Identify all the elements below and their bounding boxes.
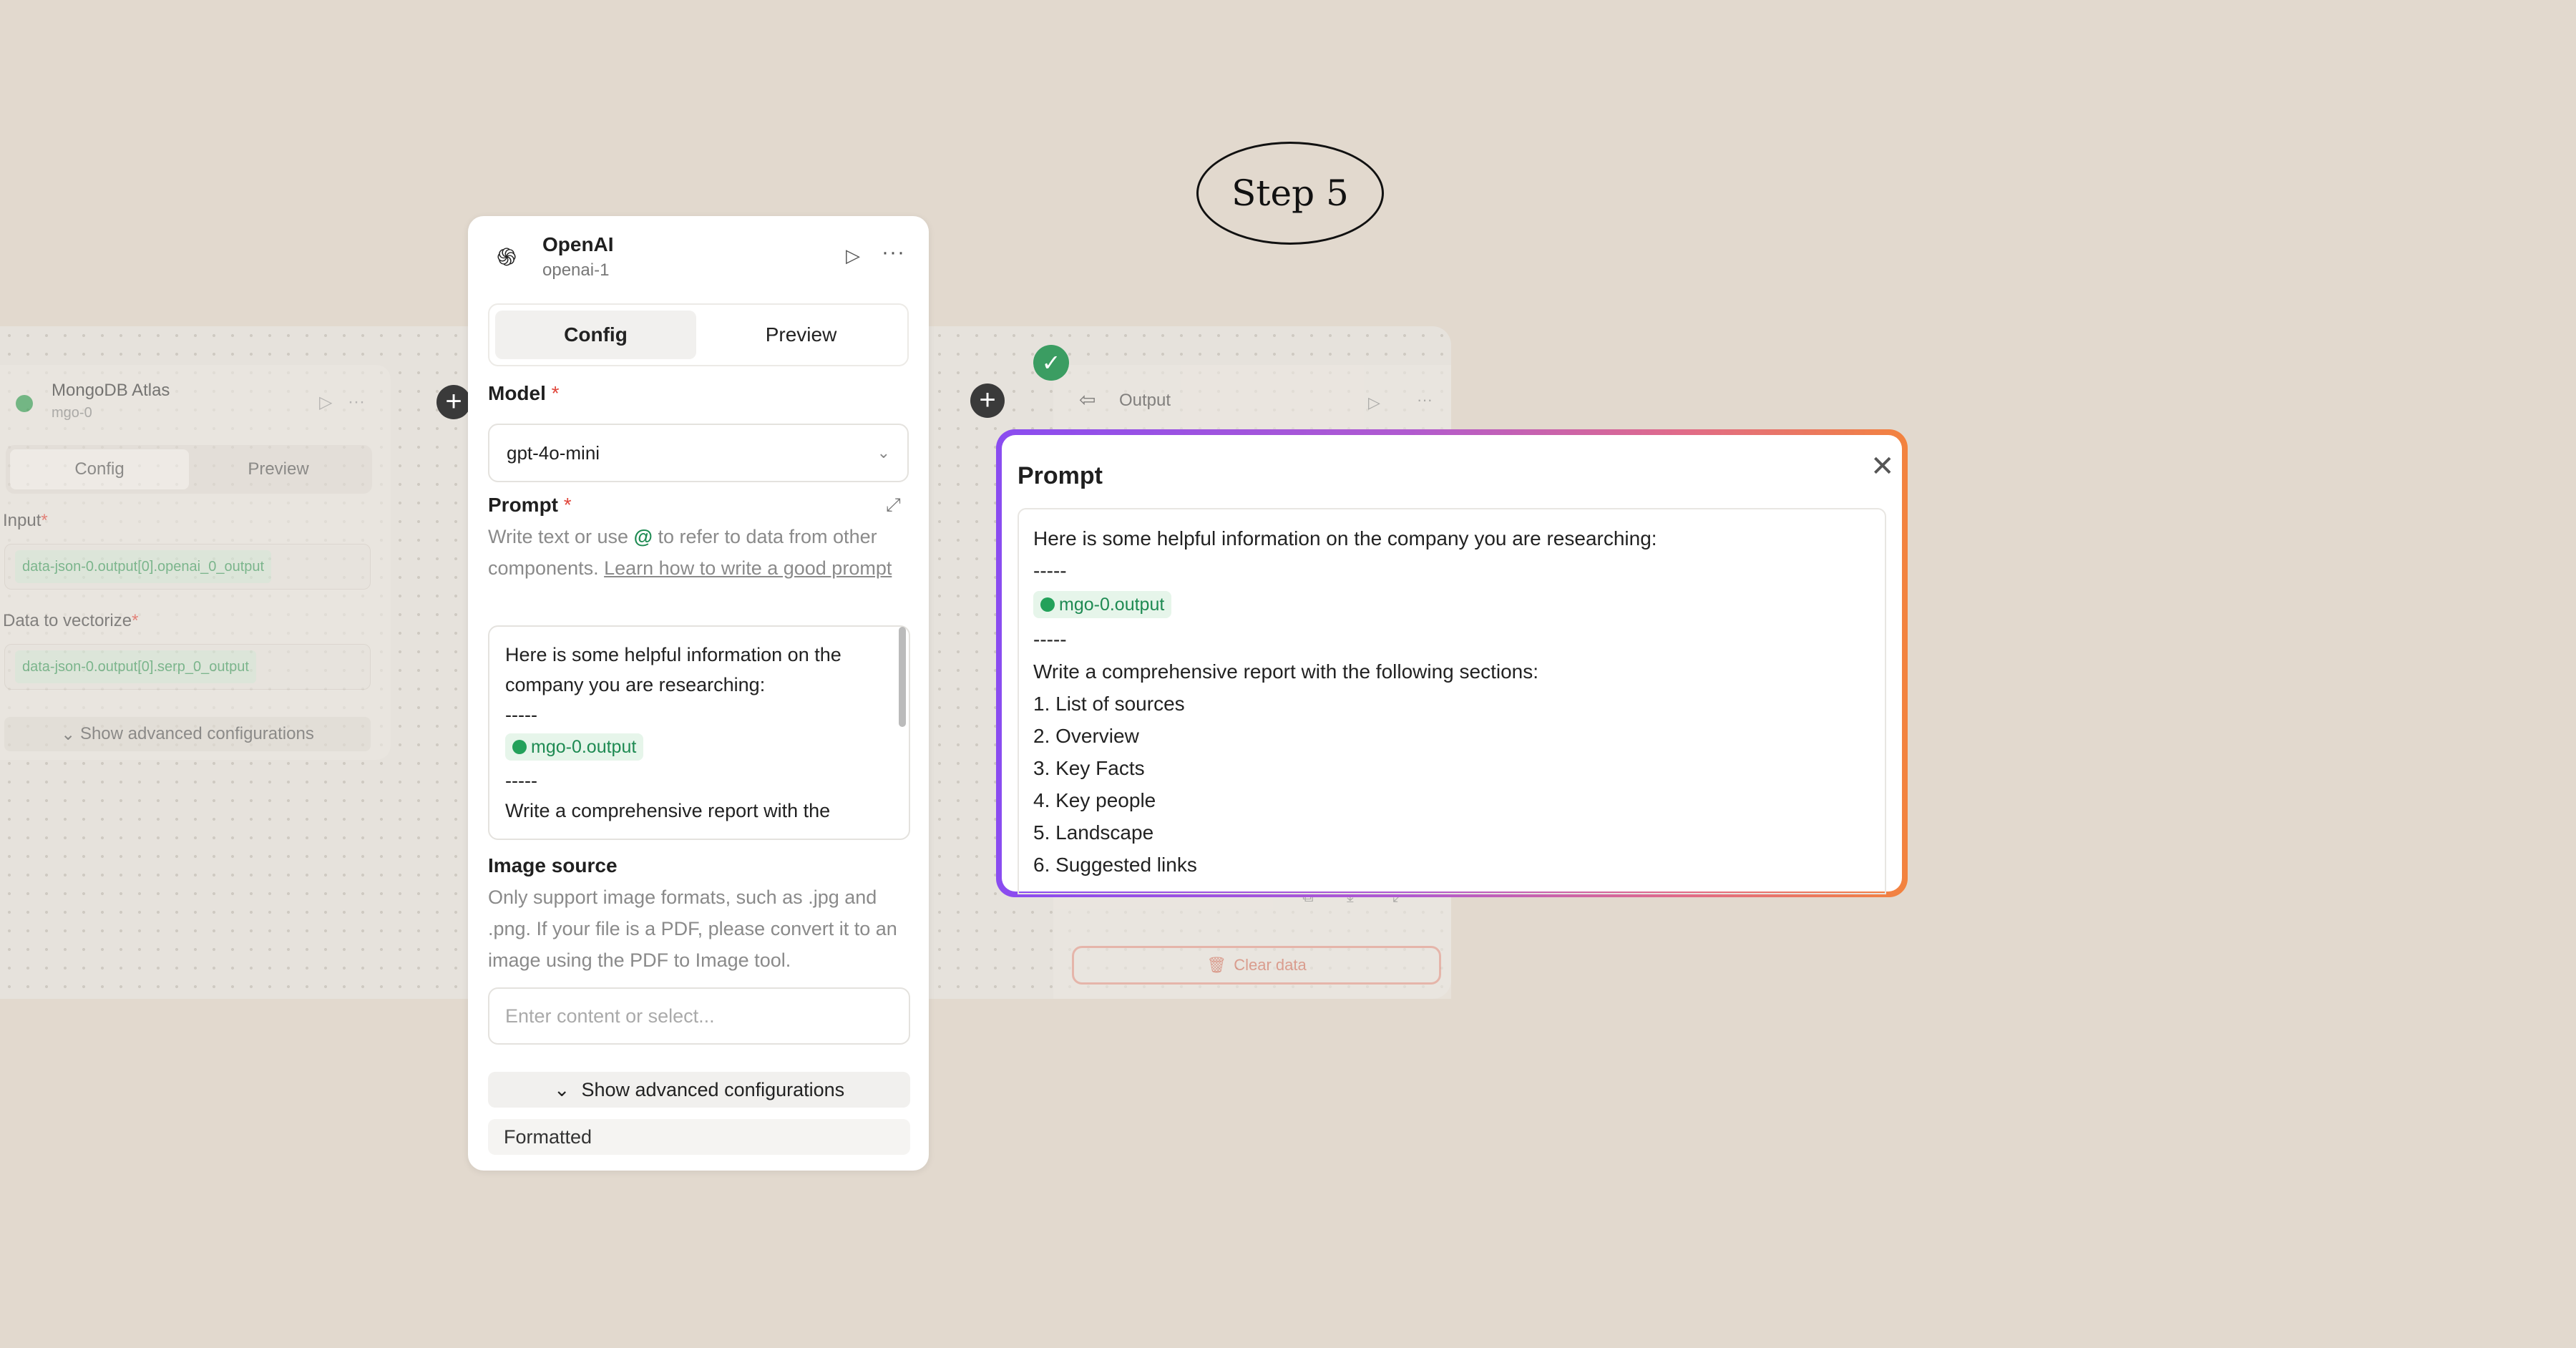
input-chip: data-json-0.output[0].openai_0_output bbox=[15, 550, 272, 583]
prompt-line: 2. Overview bbox=[1033, 725, 1139, 747]
variable-chip[interactable]: mgo-0.output bbox=[1033, 591, 1172, 618]
run-icon[interactable]: ▷ bbox=[846, 245, 860, 267]
panel-title: OpenAI bbox=[542, 233, 614, 255]
openai-node-panel: ֍ OpenAI openai-1 ▷ ··· Config Preview M… bbox=[468, 216, 929, 1171]
prompt-line: 5. Landscape bbox=[1033, 821, 1154, 844]
prompt-line: ----- bbox=[505, 704, 537, 726]
mongodb-node-title: MongoDB Atlas bbox=[52, 381, 170, 400]
close-icon[interactable]: ✕ bbox=[1870, 452, 1895, 481]
prompt-label: Prompt * bbox=[488, 494, 572, 516]
prompt-line: 6. Suggested links bbox=[1033, 854, 1197, 876]
chevron-down-icon: ⌄ bbox=[553, 1078, 570, 1100]
input-field[interactable]: data-json-0.output[0].openai_0_output bbox=[4, 544, 371, 590]
mongodb-node-card[interactable]: MongoDB Atlas mgo-0 ▷ ··· Config Preview… bbox=[0, 365, 391, 760]
input-label: Input* bbox=[3, 511, 48, 530]
tab-preview[interactable]: Preview bbox=[701, 311, 902, 359]
model-select[interactable]: gpt-4o-mini ⌄ bbox=[488, 424, 909, 482]
mongodb-icon bbox=[1040, 597, 1055, 612]
image-source-help: Only support image formats, such as .jpg… bbox=[488, 887, 897, 971]
prompt-scrollbar[interactable] bbox=[899, 627, 906, 727]
prompt-line: Write a comprehensive report with the bbox=[505, 800, 831, 821]
prompt-editor[interactable]: Here is some helpful information on the … bbox=[488, 625, 910, 840]
model-label: Model * bbox=[488, 382, 560, 404]
mongodb-icon bbox=[512, 740, 527, 754]
prompt-modal-body: Prompt ✕ Here is some helpful informatio… bbox=[1002, 435, 1902, 894]
openai-logo-icon: ֍ bbox=[497, 244, 517, 271]
chevron-down-icon: ⌄ bbox=[61, 724, 80, 744]
image-source-input[interactable]: Enter content or select... bbox=[488, 987, 910, 1045]
add-node-button[interactable]: + bbox=[436, 385, 471, 419]
clear-data-button[interactable]: 🗑 Clear data bbox=[1072, 946, 1441, 985]
prompt-help-text: Write text or use @ to refer to data fro… bbox=[488, 526, 892, 579]
prompt-guide-link[interactable]: Learn how to write a good prompt bbox=[604, 557, 892, 579]
trash-icon: 🗑 bbox=[1206, 956, 1227, 974]
formatted-option[interactable]: Formatted bbox=[488, 1119, 910, 1155]
success-check-icon: ✓ bbox=[1033, 345, 1069, 381]
mongodb-advanced-toggle[interactable]: ⌄ Show advanced configurations bbox=[4, 717, 371, 751]
tab-preview[interactable]: Preview bbox=[189, 449, 368, 489]
prompt-line: ----- bbox=[505, 770, 537, 791]
prompt-modal: Prompt ✕ Here is some helpful informatio… bbox=[996, 429, 1908, 897]
vectorize-label: Data to vectorize* bbox=[3, 611, 139, 630]
vectorize-field[interactable]: data-json-0.output[0].serp_0_output bbox=[4, 644, 371, 690]
mongodb-icon bbox=[16, 395, 33, 412]
prompt-line: 3. Key Facts bbox=[1033, 757, 1145, 779]
prompt-line: ----- bbox=[1033, 560, 1067, 582]
step-label: Step 5 bbox=[1196, 142, 1384, 245]
more-icon[interactable]: ··· bbox=[1417, 391, 1433, 409]
tab-config[interactable]: Config bbox=[10, 449, 189, 489]
advanced-config-toggle[interactable]: ⌄ Show advanced configurations bbox=[488, 1072, 910, 1108]
prompt-line: Write a comprehensive report with the fo… bbox=[1033, 660, 1539, 683]
mongodb-tabs: Config Preview bbox=[6, 445, 372, 494]
prompt-line: mgo-0.output bbox=[505, 733, 893, 763]
prompt-line: 4. Key people bbox=[1033, 789, 1156, 811]
prompt-line: mgo-0.output bbox=[1033, 589, 1870, 621]
prompt-line: Here is some helpful information on the … bbox=[505, 644, 841, 695]
output-icon: ⇦ bbox=[1079, 389, 1096, 411]
tab-config[interactable]: Config bbox=[495, 311, 696, 359]
panel-subtitle: openai-1 bbox=[542, 260, 610, 280]
more-icon[interactable]: ··· bbox=[348, 392, 365, 412]
image-source-label: Image source bbox=[488, 854, 618, 876]
run-icon[interactable]: ▷ bbox=[319, 392, 332, 413]
panel-tabs: Config Preview bbox=[488, 303, 909, 366]
model-value: gpt-4o-mini bbox=[507, 441, 600, 464]
prompt-expanded-editor[interactable]: Here is some helpful information on the … bbox=[1018, 508, 1886, 894]
add-node-button[interactable]: + bbox=[970, 384, 1005, 418]
run-icon[interactable]: ▷ bbox=[1368, 394, 1380, 412]
expand-icon[interactable]: ⤢ bbox=[886, 494, 901, 517]
modal-title: Prompt bbox=[1018, 462, 1103, 489]
mongodb-node-subtitle: mgo-0 bbox=[52, 405, 92, 421]
prompt-line: Here is some helpful information on the … bbox=[1033, 527, 1657, 550]
prompt-line: ----- bbox=[1033, 628, 1067, 650]
prompt-line: 1. List of sources bbox=[1033, 693, 1185, 715]
vectorize-chip: data-json-0.output[0].serp_0_output bbox=[15, 650, 256, 683]
output-node-title: Output bbox=[1119, 391, 1171, 410]
more-icon[interactable]: ··· bbox=[882, 240, 905, 265]
variable-chip[interactable]: mgo-0.output bbox=[505, 733, 644, 761]
chevron-down-icon: ⌄ bbox=[877, 444, 890, 461]
